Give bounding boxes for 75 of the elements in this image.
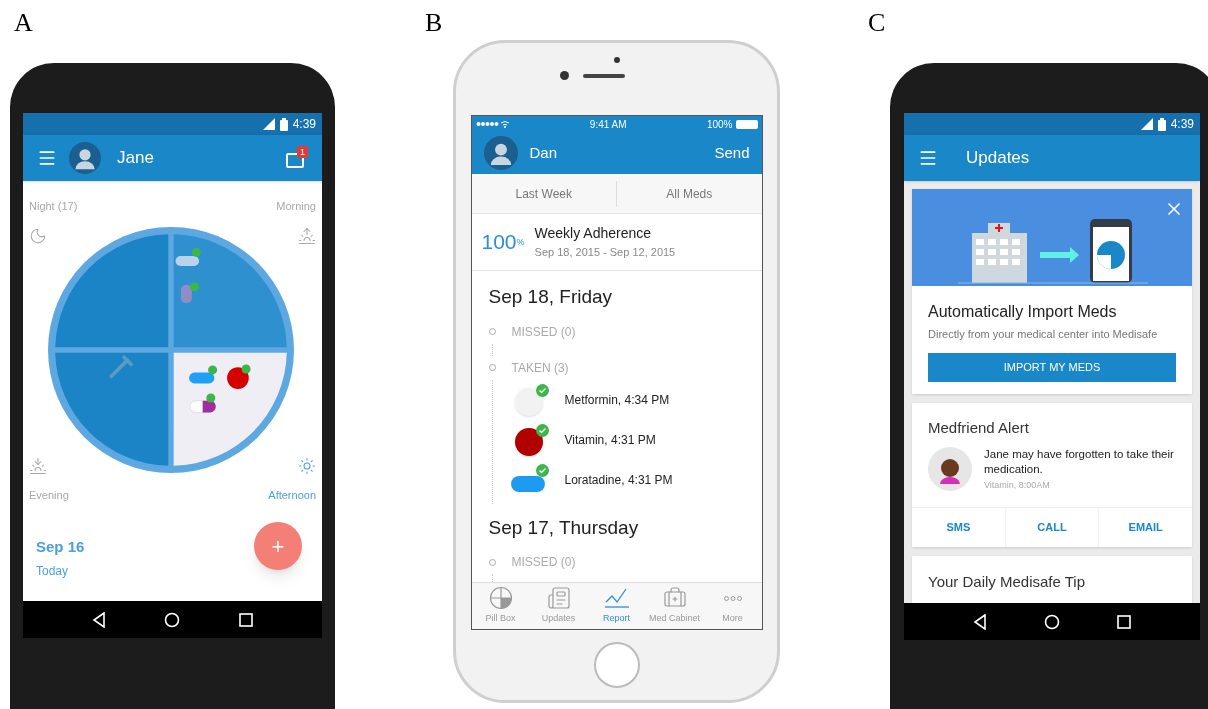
camera-icon xyxy=(560,71,569,80)
group-heading: TAKEN (3) xyxy=(511,359,569,377)
dose-entry: Metformin, 4:34 PM xyxy=(564,391,670,409)
home-icon[interactable] xyxy=(164,611,181,628)
sunrise-icon xyxy=(298,226,316,245)
send-button[interactable]: Send xyxy=(714,141,750,165)
date-caption: Today xyxy=(36,562,70,580)
signal-icon xyxy=(262,118,275,130)
action-button[interactable]: EMAIL xyxy=(1098,507,1192,547)
sun-icon xyxy=(298,456,316,475)
dose-entry: Loratadine, 4:31 PM xyxy=(564,471,673,489)
alert-detail: Vitamin, 8:00AM xyxy=(984,479,1051,492)
group-heading: MISSED (0) xyxy=(511,554,576,571)
adherence-value: 100$^{%}$ xyxy=(481,229,525,256)
recents-icon[interactable] xyxy=(238,612,253,627)
status-time: 9:41 AM xyxy=(589,117,627,132)
action-button[interactable]: SMS xyxy=(912,507,1005,547)
newspaper-icon xyxy=(546,586,571,611)
signal-icon xyxy=(475,120,510,128)
app-bar-title: Updates xyxy=(966,147,1030,170)
tab[interactable]: More xyxy=(703,583,762,629)
battery-icon xyxy=(735,119,758,129)
battery-icon xyxy=(1157,117,1166,131)
dose-entry: Vitamin, 4:31 PM xyxy=(564,431,656,449)
filter-button[interactable]: All Meds xyxy=(616,180,762,207)
signal-icon xyxy=(1140,118,1153,130)
card-title: Your Daily Medisafe Tip xyxy=(928,572,1086,590)
adherence-range: Sep 18, 2015 - Sep 12, 2015 xyxy=(534,245,676,261)
action-button[interactable]: CALL xyxy=(1004,507,1099,547)
back-icon[interactable] xyxy=(92,611,107,628)
card-title: Automatically Import Meds xyxy=(928,302,1118,322)
menu-icon[interactable] xyxy=(37,148,57,168)
status-time: 4:39 xyxy=(292,116,316,133)
speaker-icon xyxy=(583,73,625,78)
filter-button[interactable]: Last Week xyxy=(471,180,616,207)
line-chart-icon xyxy=(603,586,630,611)
back-icon[interactable] xyxy=(972,613,987,630)
avatar-icon xyxy=(483,136,518,170)
day-heading: Sep 18, Friday xyxy=(488,285,614,309)
avatar-icon xyxy=(69,142,101,174)
panel-label: C xyxy=(868,8,886,38)
period-label[interactable]: Night (17) xyxy=(29,198,78,215)
tab[interactable]: Report xyxy=(587,583,646,629)
period-label[interactable]: Afternoon xyxy=(268,486,316,503)
tab[interactable]: Updates xyxy=(529,583,588,629)
group-heading: MISSED (0) xyxy=(511,323,576,341)
app-bar-title: Jane xyxy=(117,147,155,170)
avatar-icon xyxy=(928,447,972,491)
alert-message: Jane may have forgotten to take their medication. xyxy=(984,447,1174,477)
camera-icon xyxy=(613,57,620,63)
notification-badge: 1 xyxy=(297,146,308,158)
battery-icon xyxy=(279,117,288,131)
tab[interactable]: Pill Box xyxy=(471,583,530,629)
date-label: Sep 16 xyxy=(36,537,85,557)
home-icon[interactable] xyxy=(1044,613,1060,630)
period-label[interactable]: Evening xyxy=(29,486,69,503)
sunset-icon xyxy=(29,456,47,475)
recents-icon[interactable] xyxy=(1117,614,1132,629)
day-heading: Sep 17, Thursday xyxy=(488,515,640,540)
panel-label: A xyxy=(14,8,33,38)
card-subtitle: Directly from your medical center into Medisafe xyxy=(928,327,1159,342)
import-button[interactable]: IMPORT MY MEDS xyxy=(928,352,1176,382)
adherence-title: Weekly Adherence xyxy=(534,224,653,244)
panel-label: B xyxy=(425,8,443,38)
more-icon xyxy=(723,595,742,601)
moon-icon xyxy=(29,226,47,245)
card-title: Medfriend Alert xyxy=(928,417,1030,438)
nav-title: Dan xyxy=(529,142,559,163)
period-label[interactable]: Morning xyxy=(276,198,316,215)
status-time: 4:39 xyxy=(1170,116,1194,133)
add-button[interactable]: + xyxy=(254,522,302,570)
pie-chart-icon xyxy=(488,586,513,611)
menu-icon[interactable] xyxy=(918,148,938,168)
tab[interactable]: Med Cabinet xyxy=(645,583,704,629)
battery-level: 100% xyxy=(706,117,733,132)
